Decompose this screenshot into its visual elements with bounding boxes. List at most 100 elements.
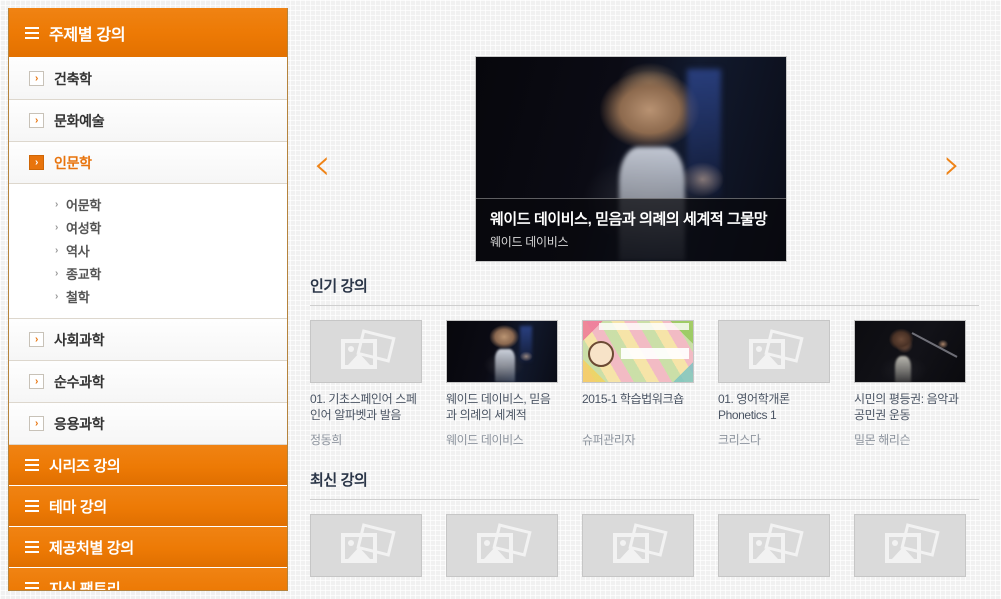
sidebar-item-natural-science[interactable]: › 순수과학 [9,361,287,403]
sidebar-nav-label: 테마 강의 [49,498,107,516]
sidebar-nav-label: 시리즈 강의 [49,457,121,475]
lecture-thumbnail-placeholder [446,514,558,577]
page-root: 주제별 강의 › 건축학 › 문화예술 › 인문학 › 어문학 › 여성학 › [0,0,1001,599]
sidebar-nav-label: 지식 팩토리 [49,580,121,591]
hero-featured-lecture[interactable]: 웨이드 데이비스, 믿음과 의례의 세계적 그물망 웨이드 데이비스 [475,56,787,262]
image-placeholder-icon [613,533,649,563]
lecture-card[interactable] [854,514,966,577]
sidebar-nav-label: 제공처별 강의 [49,539,134,557]
sidebar-nav-provider-lectures[interactable]: 제공처별 강의 [9,527,287,568]
sidebar-header-subject-lectures[interactable]: 주제별 강의 [9,8,287,58]
sidebar-item-social-science[interactable]: › 사회과학 [9,319,287,361]
lecture-author: 슈퍼관리자 [582,433,636,447]
sidebar-nav-theme-lectures[interactable]: 테마 강의 [9,486,287,527]
sidebar-header-label: 주제별 강의 [49,26,126,44]
list-icon [25,541,39,553]
chevron-right-icon: › [29,155,44,170]
section-heading: 최신 강의 [310,472,368,489]
list-icon [25,582,39,590]
section-latest-lectures: 최신 강의 [300,469,1001,577]
lecture-card[interactable]: 웨이드 데이비스, 믿음과 의례의 세계적 웨이드 데이비스 [446,320,558,448]
poster-banner [599,323,689,330]
chevron-right-icon: › [55,268,59,279]
carousel-prev-button[interactable]: ‹ [304,142,340,188]
section-heading: 인기 강의 [310,278,368,295]
lecture-card[interactable] [446,514,558,577]
chevron-right-icon: › [29,113,44,128]
sidebar-item-label: 문화예술 [54,112,105,129]
image-placeholder-icon [749,339,785,369]
image-placeholder-icon [341,533,377,563]
lecture-card[interactable] [718,514,830,577]
lecture-thumbnail-placeholder [310,514,422,577]
sidebar-subitem-history[interactable]: › 역사 [9,239,287,262]
chevron-right-icon: › [29,71,44,86]
lecture-author: 정동희 [310,433,342,447]
sidebar-subitem-list: › 어문학 › 여성학 › 역사 › 종교학 › 철학 [9,184,287,319]
lecture-card[interactable]: 01. 기초스페인어 스페인어 알파벳과 발음 정동희 [310,320,422,448]
sidebar-subitem-label: 여성학 [66,221,102,236]
latest-lectures-card-row [310,514,979,577]
chevron-right-icon: › [55,291,59,302]
sidebar-subitem-linguistics[interactable]: › 어문학 [9,193,287,216]
lecture-title: 웨이드 데이비스, 믿음과 의례의 세계적 [446,392,551,422]
chevron-right-icon: › [29,416,44,431]
lecture-thumbnail-placeholder [310,320,422,383]
carousel-next-button[interactable]: › [934,142,970,188]
hero-title: 웨이드 데이비스, 믿음과 의례의 세계적 그물망 [490,211,768,228]
lecture-author: 밀몬 해리슨 [854,433,911,447]
main-content: ‹ 웨이드 데이비스, 믿음과 의례의 세계적 그물망 웨이드 데이비스 › 인… [288,0,1001,599]
lecture-thumbnail-placeholder [718,514,830,577]
sidebar-nav-series-lectures[interactable]: 시리즈 강의 [9,445,287,486]
hero-subtitle: 웨이드 데이비스 [490,235,569,249]
sidebar-subitem-label: 어문학 [66,198,102,213]
sidebar-item-culture-arts[interactable]: › 문화예술 [9,100,287,142]
sidebar-item-label: 응용과학 [54,415,105,432]
sidebar: 주제별 강의 › 건축학 › 문화예술 › 인문학 › 어문학 › 여성학 › [8,8,288,591]
lecture-card[interactable] [310,514,422,577]
sidebar-item-humanities[interactable]: › 인문학 [9,142,287,184]
sidebar-item-label: 건축학 [54,70,92,87]
image-placeholder-icon [749,533,785,563]
chevron-left-icon: ‹ [313,139,331,190]
sidebar-nav-knowledge-factory[interactable]: 지식 팩토리 [9,568,287,591]
lecture-card[interactable]: 시민의 평등권: 음악과 공민권 운동 밀몬 해리슨 [854,320,966,448]
lecture-thumbnail-placeholder [582,514,694,577]
lecture-thumbnail-image [582,320,694,383]
lecture-title: 01. 영어학개론 Phonetics 1 [718,392,790,422]
chevron-right-icon: › [55,245,59,256]
lecture-author: 웨이드 데이비스 [446,433,524,447]
sidebar-item-label: 인문학 [54,154,92,171]
chevron-right-icon: › [943,139,961,190]
sidebar-item-label: 순수과학 [54,373,105,390]
lecture-title: 01. 기초스페인어 스페인어 알파벳과 발음 [310,392,417,422]
lecture-card[interactable] [582,514,694,577]
sidebar-subitem-womens-studies[interactable]: › 여성학 [9,216,287,239]
sidebar-subitem-label: 철학 [66,290,90,305]
lecture-thumbnail-image [854,320,966,383]
popular-lectures-card-row: 01. 기초스페인어 스페인어 알파벳과 발음 정동희 웨이드 데이비스, 믿음… [310,320,979,448]
sidebar-item-architecture[interactable]: › 건축학 [9,58,287,100]
poster-character-icon [588,341,614,367]
section-divider [310,305,979,306]
hero-carousel: ‹ 웨이드 데이비스, 믿음과 의례의 세계적 그물망 웨이드 데이비스 › [300,0,1001,275]
lecture-title: 2015-1 학습법워크숍 [582,392,684,406]
sidebar-subitem-label: 종교학 [66,267,102,282]
list-icon [25,459,39,471]
poster-title-bar [621,348,689,359]
image-placeholder-icon [341,339,377,369]
sidebar-subitem-philosophy[interactable]: › 철학 [9,285,287,308]
lecture-thumbnail-placeholder [854,514,966,577]
list-icon [25,26,39,39]
sidebar-item-applied-science[interactable]: › 응용과학 [9,403,287,445]
chevron-right-icon: › [55,199,59,210]
image-placeholder-icon [885,533,921,563]
lecture-card[interactable]: 2015-1 학습법워크숍 슈퍼관리자 [582,320,694,448]
chevron-right-icon: › [29,332,44,347]
sidebar-subitem-religious-studies[interactable]: › 종교학 [9,262,287,285]
lecture-card[interactable]: 01. 영어학개론 Phonetics 1 크리스다 [718,320,830,448]
image-placeholder-icon [477,533,513,563]
chevron-right-icon: › [55,222,59,233]
lecture-thumbnail-image [446,320,558,383]
section-popular-lectures: 인기 강의 01. 기초스페인어 스페인어 알파벳과 발음 정동희 웨이드 데이… [300,275,1001,448]
